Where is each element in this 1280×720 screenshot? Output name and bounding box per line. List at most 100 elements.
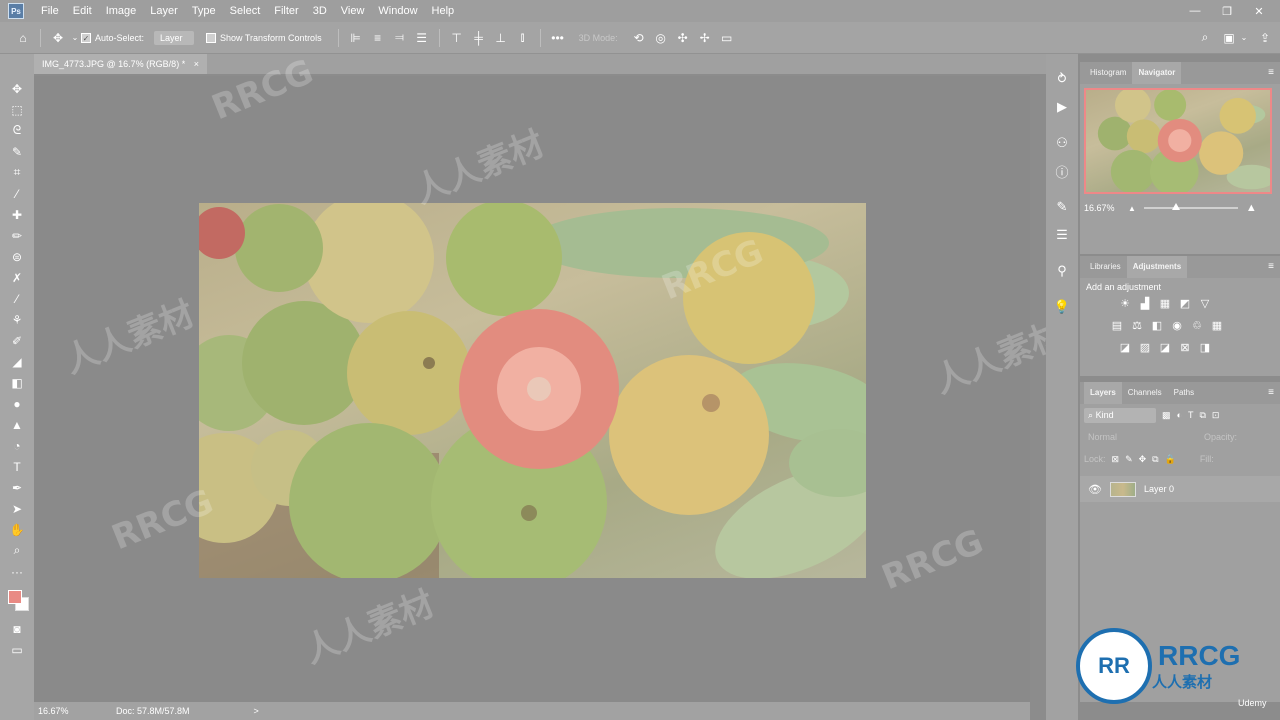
channel-mixer-icon[interactable]: ♲ [1190,318,1204,332]
blend-mode-dropdown[interactable]: Normal [1084,432,1174,442]
eyedropper-tool-icon[interactable]: ⁄ [7,183,27,204]
3d-orbit-icon[interactable]: ⟲ [628,31,650,45]
quick-select-tool-icon[interactable]: ✎ [7,141,27,162]
menu-filter[interactable]: Filter [267,0,305,22]
quick-mask-icon[interactable]: ◙ [7,618,27,639]
lock-position-icon[interactable]: ✥ [1139,454,1147,465]
lock-image-icon[interactable]: ✎ [1125,454,1133,465]
puppet-warp-icon[interactable]: ⚘ [7,309,27,330]
search-icon[interactable]: ⌕ [1194,30,1216,45]
move-tool-icon[interactable]: ✥ [47,31,69,45]
status-zoom[interactable]: 16.67% [38,706,98,716]
learn-icon[interactable]: ⚇ [1051,132,1073,154]
info-icon[interactable]: ⓘ [1051,160,1073,182]
menu-help[interactable]: Help [425,0,462,22]
brush-tool-icon[interactable]: ✏ [7,225,27,246]
crop-tool-icon[interactable]: ⌗ [7,162,27,183]
dodge-tool-icon[interactable]: ◔ [7,435,27,456]
align-center-icon[interactable]: ≡ [367,31,389,45]
brightness-contrast-icon[interactable]: ☀ [1118,296,1132,310]
share-icon[interactable]: ⇪ [1254,31,1276,45]
gradient-tool-icon[interactable]: ◧ [7,372,27,393]
more-options-icon[interactable]: ••• [547,31,569,45]
type-tool-icon[interactable]: T [7,456,27,477]
pen-tool-icon[interactable]: ✒ [7,477,27,498]
workspace-icon[interactable]: ▣ [1218,31,1240,45]
actions-play-icon[interactable]: ▶ [1051,96,1073,118]
distribute-vertical-icon[interactable]: ⫾ [512,30,534,45]
filter-smart-icon[interactable]: ⊡ [1212,410,1220,421]
healing-brush-icon[interactable]: ✚ [7,204,27,225]
panel-menu-icon[interactable]: ≡ [1268,261,1274,272]
tab-navigator[interactable]: Navigator [1132,62,1182,84]
align-top-icon[interactable]: ⊤ [446,31,468,45]
align-middle-icon[interactable]: ╪ [468,31,490,45]
navigator-thumbnail[interactable] [1084,88,1272,194]
lock-artboard-icon[interactable]: ⧉ [1152,454,1158,465]
tab-libraries[interactable]: Libraries [1084,256,1127,278]
path-select-tool-icon[interactable]: ➤ [7,498,27,519]
chevron-down-icon[interactable]: ⌄ [1238,33,1250,42]
align-left-icon[interactable]: ⊫ [345,31,367,45]
menu-file[interactable]: File [34,0,66,22]
home-icon[interactable]: ⌂ [12,31,34,45]
eraser-tool-icon[interactable]: ⁄ [7,288,27,309]
sharpen-tool-icon[interactable]: ▲ [7,414,27,435]
document-image[interactable] [199,203,866,578]
vibrance-icon[interactable]: ▽ [1198,296,1212,310]
selective-color-icon[interactable]: ◨ [1198,340,1212,354]
more-tools-icon[interactable]: ··· [7,561,27,582]
invert-icon[interactable]: ◪ [1118,340,1132,354]
history-brush-icon[interactable]: ✗ [7,267,27,288]
layer-name[interactable]: Layer 0 [1144,484,1174,494]
layer-select-dropdown[interactable]: Layer [154,30,195,45]
hand-tool-icon[interactable]: ✋ [7,519,27,540]
align-bottom-icon[interactable]: ⊥ [490,31,512,45]
zoom-in-icon[interactable]: ▲ [1246,202,1257,214]
tab-paths[interactable]: Paths [1168,382,1200,404]
navigator-zoom-value[interactable]: 16.67% [1084,203,1128,213]
tab-channels[interactable]: Channels [1122,382,1168,404]
threshold-icon[interactable]: ◪ [1158,340,1172,354]
screen-mode-icon[interactable]: ▭ [7,639,27,660]
filter-adjustment-icon[interactable]: ◐ [1177,410,1182,420]
layer-row[interactable]: 👁 Layer 0 [1080,476,1280,502]
levels-icon[interactable]: ▟ [1138,296,1152,310]
document-tab[interactable]: IMG_4773.JPG @ 16.7% (RGB/8) * × [34,54,207,74]
lasso-tool-icon[interactable]: ᘓ [7,120,27,141]
tab-adjustments[interactable]: Adjustments [1126,256,1188,278]
filter-kind-dropdown[interactable]: ⌕ Kind [1084,407,1156,423]
photo-filter-icon[interactable]: ◉ [1170,318,1184,332]
smudge-tool-icon[interactable]: ✐ [7,330,27,351]
lock-all-icon[interactable]: 🔒 [1165,454,1176,465]
panel-menu-icon[interactable]: ≡ [1268,67,1274,78]
properties-icon[interactable]: ☰ [1051,224,1073,246]
close-window-icon[interactable]: ✕ [1244,0,1274,22]
eraser-icon[interactable]: ◢ [7,351,27,372]
curves-icon[interactable]: ▦ [1158,296,1172,310]
menu-layer[interactable]: Layer [143,0,185,22]
tab-histogram[interactable]: Histogram [1084,62,1132,84]
lock-transparent-icon[interactable]: ⊠ [1112,454,1120,465]
status-arrow-icon[interactable]: > [254,706,259,716]
panel-menu-icon[interactable]: ≡ [1268,387,1274,398]
history-icon[interactable]: ⥁ [1051,68,1073,90]
menu-edit[interactable]: Edit [66,0,99,22]
menu-view[interactable]: View [334,0,372,22]
blur-tool-icon[interactable]: ● [7,393,27,414]
menu-3d[interactable]: 3D [306,0,334,22]
lightbulb-icon[interactable]: 💡 [1051,296,1073,318]
3d-scale-icon[interactable]: ▭ [716,31,738,45]
filter-pixel-icon[interactable]: ▩ [1162,410,1171,421]
posterize-icon[interactable]: ▨ [1138,340,1152,354]
filter-shape-icon[interactable]: ⧉ [1199,410,1205,421]
marquee-tool-icon[interactable]: ⬚ [7,99,27,120]
close-tab-icon[interactable]: × [194,59,199,69]
exposure-icon[interactable]: ◩ [1178,296,1192,310]
foreground-color-swatch[interactable] [8,590,22,604]
glyphs-icon[interactable]: ⚲ [1051,260,1073,282]
eye-icon[interactable]: 👁 [1088,483,1102,496]
menu-select[interactable]: Select [223,0,268,22]
auto-select-checkbox[interactable]: ✓ [81,32,91,43]
color-lookup-icon[interactable]: ▦ [1210,318,1224,332]
